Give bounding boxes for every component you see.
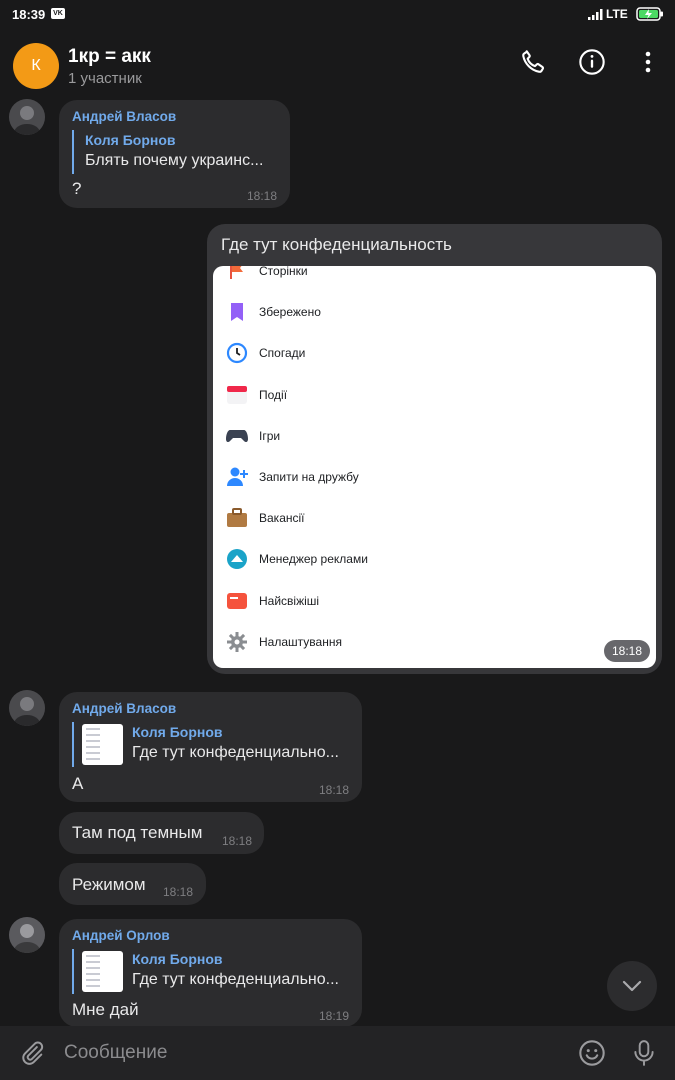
message-time: 18:18: [247, 189, 278, 203]
chat-title[interactable]: 1кр = акк: [68, 46, 151, 68]
attach-button[interactable]: [14, 1035, 50, 1071]
menu-label: Запити на дружбу: [259, 470, 359, 484]
menu-label: Налаштування: [259, 635, 342, 649]
menu-label: Збережено: [259, 305, 321, 319]
screenshot-attachment[interactable]: Сторінки Збережено Спогади Події Ігри За…: [213, 266, 656, 668]
chat-header: К 1кр = акк 1 участник: [0, 30, 675, 96]
message-text: А: [72, 774, 84, 793]
menu-item: Події: [225, 380, 287, 410]
message-time: 18:18: [222, 834, 253, 848]
menu-label: Найсвіжіші: [259, 594, 320, 608]
status-time: 18:39: [12, 7, 46, 22]
menu-label: Спогади: [259, 346, 306, 360]
message-time: 18:18: [163, 885, 194, 899]
voice-message-button[interactable]: [626, 1035, 662, 1071]
menu-item: Найсвіжіші: [225, 586, 319, 616]
menu-item: Вакансії: [225, 503, 305, 533]
emoji-button[interactable]: [574, 1035, 610, 1071]
menu-item: Налаштування: [225, 627, 342, 657]
reply-text: Блять почему украинс...: [85, 152, 264, 169]
reply-author: Коля Борнов: [132, 724, 223, 740]
more-vertical-icon: [645, 51, 651, 73]
message-input[interactable]: [64, 1040, 544, 1066]
network-type: LTE: [606, 7, 628, 21]
menu-item: Спогади: [225, 338, 305, 368]
sender-avatar[interactable]: [9, 917, 45, 953]
flag-icon: [225, 266, 249, 283]
menu-item: Ігри: [225, 421, 280, 451]
message-text: Там под темным: [72, 823, 203, 842]
emoji-icon: [579, 1040, 605, 1066]
reply-thumbnail: [82, 951, 123, 992]
signal-icon: [588, 9, 603, 20]
bookmark-icon: [225, 300, 249, 324]
message-bubble[interactable]: Андрей Власов Коля Борнов Блять почему у…: [59, 100, 290, 208]
message-sender[interactable]: Андрей Власов: [72, 109, 176, 124]
menu-item: Сторінки: [225, 266, 308, 286]
chat-subtitle: 1 участник: [68, 70, 142, 87]
attach-icon: [22, 1041, 44, 1065]
menu-label: Ігри: [259, 429, 281, 443]
briefcase-icon: [225, 506, 249, 530]
friend-request-icon: [225, 465, 249, 489]
message-bubble[interactable]: Режимом 18:18: [59, 863, 206, 905]
menu-label: Вакансії: [259, 511, 305, 525]
message-composer: [0, 1026, 675, 1080]
menu-label: Сторінки: [259, 266, 308, 278]
chevron-down-icon: [622, 980, 642, 992]
menu-label: Менеджер реклами: [259, 552, 368, 566]
message-text: Мне дай: [72, 1000, 139, 1019]
menu-item: Менеджер реклами: [225, 544, 368, 574]
clock-history-icon: [225, 341, 249, 365]
reply-quote[interactable]: Коля Борнов Блять почему украинс...: [72, 130, 277, 174]
scroll-to-bottom-button[interactable]: [607, 961, 657, 1011]
reply-thumbnail: [82, 724, 123, 765]
chat-avatar[interactable]: К: [13, 43, 59, 89]
menu-item: Запити на дружбу: [225, 462, 359, 492]
vk-icon: VK: [51, 8, 65, 19]
news-feed-icon: [225, 589, 249, 613]
ads-manager-icon: [225, 547, 249, 571]
message-text: Режимом: [72, 875, 146, 894]
phone-icon: [522, 50, 545, 73]
battery-charging-icon: [636, 7, 663, 21]
menu-label: Події: [259, 388, 288, 402]
message-time: 18:18: [319, 783, 350, 797]
message-time: 18:19: [319, 1009, 350, 1023]
gear-icon: [225, 630, 249, 654]
gamepad-icon: [225, 424, 249, 448]
message-sender[interactable]: Андрей Власов: [72, 701, 176, 716]
call-button[interactable]: [515, 44, 551, 80]
reply-quote[interactable]: Коля Борнов Где тут конфеденциально...: [72, 722, 352, 767]
reply-quote[interactable]: Коля Борнов Где тут конфеденциально...: [72, 949, 352, 994]
message-text: Где тут конфеденциальность: [221, 235, 452, 254]
reply-text: Где тут конфеденциально...: [132, 744, 339, 761]
calendar-icon: [225, 383, 249, 407]
sender-avatar[interactable]: [9, 690, 45, 726]
message-bubble[interactable]: Там под темным 18:18: [59, 812, 264, 854]
chat-info-button[interactable]: [574, 44, 610, 80]
message-text: ?: [72, 179, 82, 198]
microphone-icon: [634, 1040, 654, 1066]
menu-item: Збережено: [225, 297, 321, 327]
message-sender[interactable]: Андрей Орлов: [72, 928, 170, 943]
reply-author: Коля Борнов: [85, 132, 176, 148]
info-icon: [579, 49, 605, 75]
message-time: 18:18: [603, 640, 650, 662]
sender-avatar[interactable]: [9, 99, 45, 135]
message-bubble[interactable]: Андрей Орлов Коля Борнов Где тут конфеде…: [59, 919, 362, 1027]
status-bar: 18:39 VK LTE: [0, 0, 675, 30]
reply-author: Коля Борнов: [132, 951, 223, 967]
reply-text: Где тут конфеденциально...: [132, 971, 339, 988]
message-bubble[interactable]: Андрей Власов Коля Борнов Где тут конфед…: [59, 692, 362, 802]
more-options-button[interactable]: [630, 44, 666, 80]
message-bubble-outgoing[interactable]: Где тут конфеденциальность Сторінки Збер…: [207, 224, 662, 674]
